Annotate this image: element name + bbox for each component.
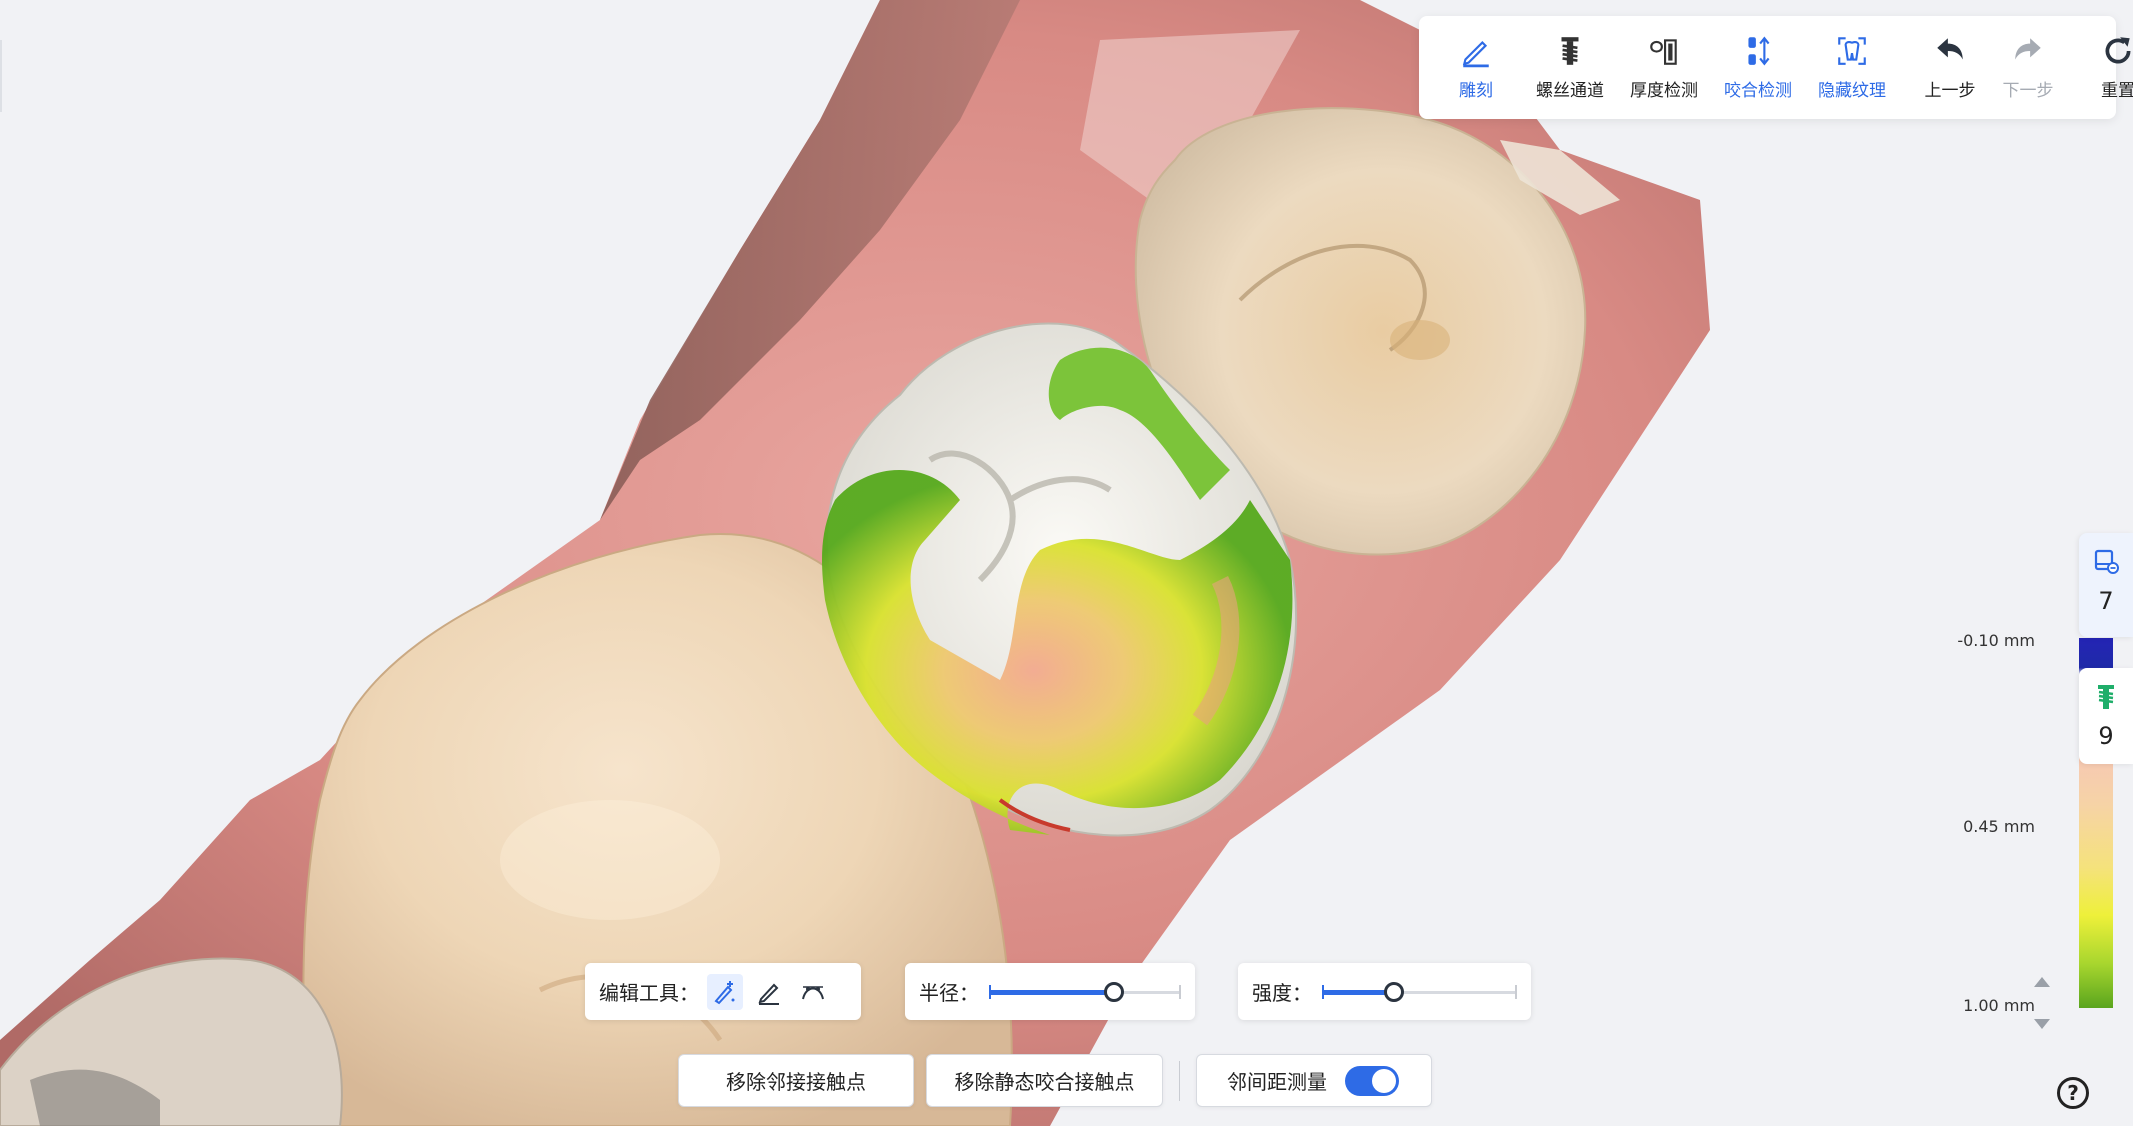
scale-down-arrow-icon[interactable] [2034,1019,2050,1029]
tool-reset-label: 重置 [2101,81,2133,101]
hide-texture-icon [1838,37,1866,65]
edit-tools-panel: 编辑工具： [585,963,861,1020]
tool-sculpt-label: 雕刻 [1459,81,1493,101]
tool-hide-texture-label: 隐藏纹理 [1818,81,1886,101]
strength-label: 强度： [1252,981,1312,1005]
side-tab-models-count: 7 [2098,587,2114,615]
side-tab-implants[interactable]: 9 [2079,668,2133,764]
tool-undo-label: 上一步 [1924,81,1976,101]
edit-tool-brush-add[interactable] [707,973,743,1010]
tool-reset[interactable]: 重置 [2083,26,2133,110]
top-toolbar: 雕刻 螺丝通道 厚度检测 咬合检测 隐藏纹理 上一步 下一步 重置 [1419,16,2133,119]
brush-add-icon [714,980,735,1004]
tool-thickness-check[interactable]: 厚度检测 [1621,26,1707,110]
remove-static-occlusion-label: 移除静态咬合接触点 [954,1070,1135,1094]
pen-icon [758,983,779,1005]
tool-screw-channel[interactable]: 螺丝通道 [1527,26,1613,110]
button-divider [1179,1061,1180,1101]
strength-panel: 强度： [1238,963,1531,1020]
edit-tool-curve[interactable] [795,974,831,1010]
interproximal-distance-switch[interactable] [1345,1065,1399,1096]
strength-slider[interactable] [1322,977,1517,1007]
tool-undo[interactable]: 上一步 [1915,26,1985,110]
side-tab-models[interactable]: 7 [2079,533,2133,637]
screw-channel-icon [1561,37,1579,65]
tool-hide-texture[interactable]: 隐藏纹理 [1809,26,1895,110]
tool-occlusion-check-label: 咬合检测 [1724,81,1792,101]
radius-slider[interactable] [989,977,1181,1007]
tool-occlusion-check[interactable]: 咬合检测 [1715,26,1801,110]
remove-proximal-contact-button[interactable]: 移除邻接接触点 [678,1054,914,1107]
tool-sculpt[interactable]: 雕刻 [1433,26,1519,110]
edit-tool-pen[interactable] [751,974,787,1010]
tool-redo[interactable]: 下一步 [1993,26,2063,110]
scale-label-mid: 0.45 mm [1963,817,2035,836]
redo-icon [2015,38,2041,60]
dental-scan-viewport[interactable] [0,0,2133,1126]
reset-icon [2105,37,2131,64]
help-button[interactable]: ? [2057,1077,2089,1109]
help-icon: ? [2067,1081,2079,1105]
scale-label-max: 1.00 mm [1963,996,2035,1015]
occlusion-check-icon [1748,36,1770,66]
radius-panel: 半径： [905,963,1195,1020]
interproximal-distance-label: 邻间距测量 [1227,1070,1327,1094]
model-layer-icon [2094,549,2119,574]
switch-knob [1372,1068,1396,1093]
side-tab-implants-count: 9 [2098,722,2114,750]
tool-screw-channel-label: 螺丝通道 [1536,81,1604,101]
radius-slider-fill [989,989,1114,995]
interproximal-distance-toggle-button[interactable]: 邻间距测量 [1196,1054,1432,1107]
edit-tools-label: 编辑工具： [599,981,699,1005]
curve-smooth-icon [802,985,824,999]
thickness-check-icon [1650,39,1677,65]
implant-screw-icon [2098,685,2114,709]
strength-slider-thumb[interactable] [1384,981,1405,1002]
radius-slider-thumb[interactable] [1103,981,1124,1002]
tool-redo-label: 下一步 [2002,81,2054,101]
undo-icon [1937,38,1963,60]
sculpt-pen-icon [1462,40,1489,68]
remove-proximal-contact-label: 移除邻接接触点 [726,1070,866,1094]
tool-thickness-check-label: 厚度检测 [1630,81,1698,101]
scale-up-arrow-icon[interactable] [2034,977,2050,987]
scale-label-min: -0.10 mm [1957,631,2035,650]
remove-static-occlusion-button[interactable]: 移除静态咬合接触点 [926,1054,1163,1107]
radius-label: 半径： [919,981,979,1005]
viewport-edge [0,40,2,112]
